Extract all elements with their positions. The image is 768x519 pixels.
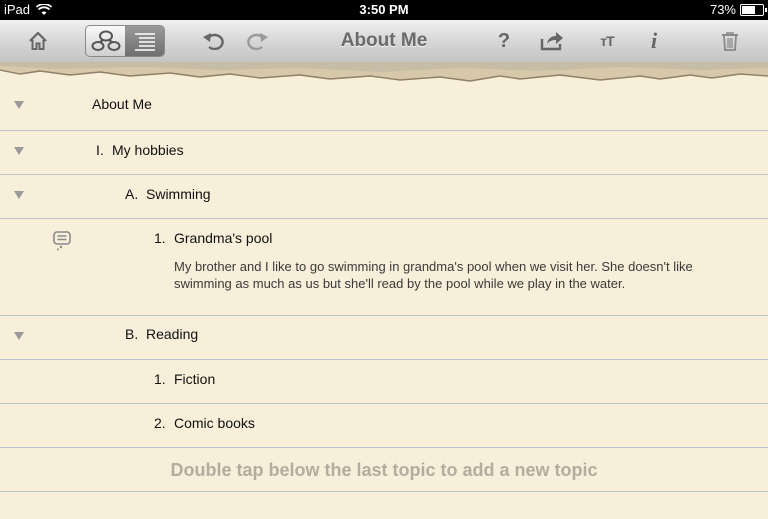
redo-button[interactable] — [245, 26, 271, 56]
topic-label: Reading — [146, 326, 199, 342]
topic-number: B. — [125, 326, 139, 342]
topic-number: 1. — [154, 371, 166, 387]
topic-row-root[interactable]: About Me — [0, 86, 768, 131]
outline-list: About Me I. My hobbies A. Swimming 1. Grand… — [0, 86, 768, 448]
undo-icon — [203, 33, 224, 50]
share-button[interactable] — [538, 26, 566, 56]
battery-icon — [740, 3, 767, 16]
collapse-triangle-icon[interactable] — [14, 101, 24, 109]
topic-row-grandmas-pool[interactable]: 1. Grandma's pool My brother and I like t… — [0, 219, 768, 316]
topic-title: A. Swimming — [125, 186, 211, 202]
topic-label: Comic books — [174, 415, 255, 431]
collapse-triangle-icon[interactable] — [14, 147, 24, 155]
topic-number: 2. — [154, 415, 166, 431]
toolbar: About Me ? тT i — [0, 20, 768, 63]
topic-row-fiction[interactable]: 1. Fiction — [0, 360, 768, 404]
info-button[interactable]: i — [644, 26, 664, 56]
add-topic-hint: Double tap below the last topic to add a… — [170, 460, 598, 480]
topic-row-reading[interactable]: B. Reading — [0, 316, 768, 360]
topic-row-swimming[interactable]: A. Swimming — [0, 175, 768, 219]
topic-label: Fiction — [174, 371, 216, 387]
collapse-triangle-icon[interactable] — [14, 332, 24, 340]
topic-number: A. — [125, 186, 139, 202]
outline-view-button[interactable] — [125, 26, 164, 56]
trash-button[interactable] — [718, 26, 742, 56]
topic-title: I. My hobbies — [96, 142, 184, 158]
topic-title: 2. Comic books — [154, 415, 255, 431]
topic-title: About Me — [92, 96, 152, 112]
battery-fill — [742, 5, 756, 14]
topic-label: My hobbies — [112, 142, 184, 158]
divider — [0, 491, 768, 492]
battery-percent: 73% — [709, 2, 736, 17]
topic-number: I. — [96, 142, 104, 158]
text-size-button[interactable]: тT — [592, 26, 622, 56]
home-icon — [29, 31, 47, 50]
topic-title: B. Reading — [125, 326, 198, 342]
topic-label: Grandma's pool — [174, 230, 273, 246]
topic-note[interactable]: My brother and I like to go swimming in … — [174, 258, 704, 292]
battery-info: 73% — [709, 2, 767, 17]
view-mode-toggle — [85, 25, 165, 57]
mind-map-view-button[interactable] — [86, 26, 125, 56]
topic-number: 1. — [154, 230, 166, 246]
collapse-triangle-icon[interactable] — [14, 191, 24, 199]
trash-icon — [722, 32, 738, 51]
outline-list-icon — [134, 33, 155, 51]
redo-icon — [247, 33, 268, 50]
topic-title: 1. Grandma's pool — [154, 230, 272, 246]
topic-label: Swimming — [146, 186, 211, 202]
home-button[interactable] — [26, 26, 50, 56]
status-bar: iPad 3:50 PM 73% — [0, 0, 768, 20]
share-icon — [540, 32, 563, 51]
help-button[interactable]: ? — [492, 26, 516, 56]
topic-row-comic-books[interactable]: 2. Comic books — [0, 404, 768, 448]
status-time: 3:50 PM — [359, 2, 409, 17]
note-bubble-icon[interactable] — [53, 231, 71, 251]
topic-row-hobbies[interactable]: I. My hobbies — [0, 131, 768, 175]
mind-map-icon — [91, 30, 120, 51]
topic-title: 1. Fiction — [154, 371, 215, 387]
undo-button[interactable] — [200, 26, 226, 56]
